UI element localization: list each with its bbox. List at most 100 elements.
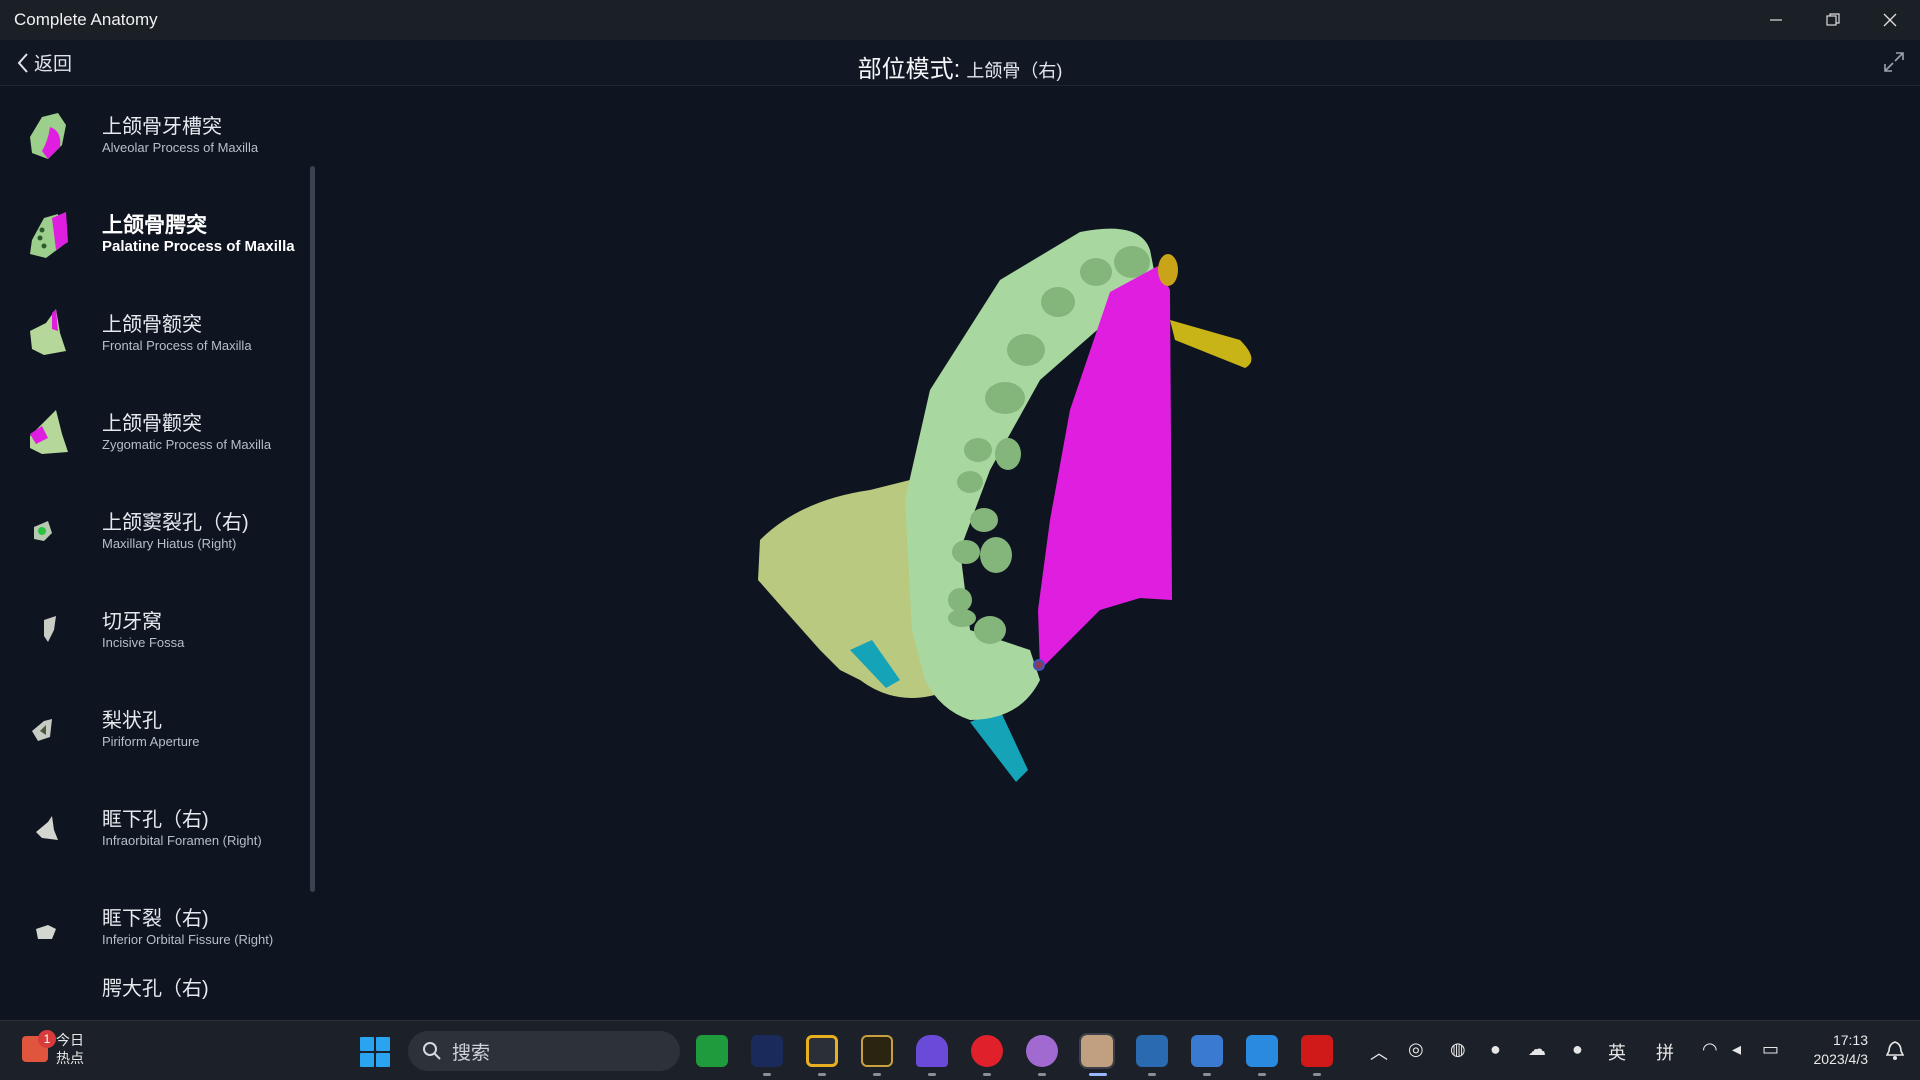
incisive-fossa-thumbnail: [44, 615, 56, 642]
item-title-en: Palatine Process of Maxilla: [102, 237, 295, 255]
item-title-zh: 上颌骨颧突: [102, 412, 202, 435]
item-title-zh: 上颌骨腭突: [102, 213, 207, 237]
g-app-icon[interactable]: [806, 1035, 838, 1067]
photos-app-icon[interactable]: [1246, 1035, 1278, 1067]
wifi-icon[interactable]: ◠: [1702, 1039, 1718, 1060]
close-icon: [1883, 13, 1897, 27]
start-button[interactable]: [360, 1037, 390, 1067]
taskbar: 1 今日 热点 搜索 ︿ ◎ ◍ ● ☁ ● 英 拼 ◠ ◂ ▭ 17:13 2…: [0, 1020, 1920, 1080]
inferior-orbital-fissure-thumbnail: [36, 924, 56, 939]
item-title-zh: 上颌骨额突: [102, 313, 202, 336]
spreadsheet-app-icon[interactable]: [696, 1035, 728, 1067]
alveolar-process-thumbnail: [30, 112, 66, 159]
item-title-zh: 眶下孔（右): [102, 808, 209, 831]
window-title: Complete Anatomy: [14, 10, 158, 29]
capture-icon[interactable]: ◎: [1408, 1039, 1424, 1060]
expand-icon: [1884, 52, 1904, 72]
acrobat-app-icon[interactable]: [1301, 1035, 1333, 1067]
volume-icon[interactable]: ◂: [1732, 1039, 1741, 1060]
search-label: 搜索: [452, 1042, 491, 1064]
league-app-icon[interactable]: [861, 1035, 893, 1067]
microphone-icon[interactable]: ●: [1572, 1039, 1583, 1060]
item-title-en: Infraorbital Foramen (Right): [102, 832, 262, 848]
yellow-foramen: [1158, 254, 1178, 286]
list-item-frontal-process[interactable]: 上颌骨额突 Frontal Process of Maxilla: [0, 284, 310, 383]
taskbar-search[interactable]: 搜索: [408, 1031, 680, 1071]
header-bar: 返回 部位模式: 上颌骨（右): [0, 40, 1920, 86]
monitor-app-icon[interactable]: [1191, 1035, 1223, 1067]
notifications-bell-icon[interactable]: [1885, 1040, 1905, 1065]
item-title-en: Frontal Process of Maxilla: [102, 337, 252, 353]
mode-label: 部位模式:: [857, 56, 961, 83]
windows-logo-tile-1: [360, 1037, 374, 1051]
battery-icon[interactable]: ▭: [1762, 1039, 1779, 1060]
list-item-piriform-aperture[interactable]: 梨状孔 Piriform Aperture: [0, 680, 310, 779]
list-item-palatine-process[interactable]: 上颌骨腭突 Palatine Process of Maxilla: [0, 185, 310, 284]
infraorbital-foramen-thumbnail: [36, 815, 58, 840]
list-item-greater-palatine-foramen[interactable]: 腭大孔（右): [0, 977, 310, 1020]
item-title-en: Incisive Fossa: [102, 634, 185, 650]
search-icon: [423, 1042, 441, 1060]
minimize-icon: [1770, 19, 1782, 21]
widget-line2: 热点: [56, 1050, 84, 1066]
zygomatic-process-thumbnail: [30, 409, 68, 454]
page-title: 部位模式: 上颌骨（右): [0, 49, 1920, 84]
title-bar: Complete Anatomy: [0, 0, 1920, 40]
news-widget[interactable]: 1 今日 热点: [22, 1030, 84, 1067]
item-title-zh: 上颌骨牙槽突: [102, 115, 222, 138]
windows-logo-tile-3: [360, 1053, 374, 1067]
clock-date: 2023/4/3: [1813, 1051, 1869, 1067]
palatine-process-thumbnail: [30, 211, 68, 258]
ime-language[interactable]: 英: [1608, 1039, 1626, 1065]
windows-logo-tile-4: [376, 1053, 390, 1067]
anatomy-3d-model-viewport[interactable]: [700, 210, 1300, 810]
item-title-zh: 切牙窝: [102, 610, 162, 633]
cat-icon[interactable]: ◍: [1450, 1039, 1466, 1060]
maxillary-hiatus-thumbnail: [34, 520, 52, 541]
widget-line1: 今日: [56, 1032, 84, 1048]
windows-logo-tile-2: [376, 1037, 390, 1051]
yellow-structure: [1170, 320, 1252, 368]
incisive-foramen-marker: [1033, 659, 1045, 671]
sidebar-scrollbar[interactable]: [310, 166, 315, 892]
cyan-structure-lower: [970, 710, 1028, 782]
chevron-up-icon[interactable]: ︿: [1370, 1039, 1388, 1065]
notification-badge: 1: [38, 1030, 56, 1048]
restore-icon: [1826, 13, 1840, 26]
netease-music-icon[interactable]: [971, 1035, 1003, 1067]
recycle-app-icon[interactable]: [1136, 1035, 1168, 1067]
item-title-en: Maxillary Hiatus (Right): [102, 535, 237, 551]
frontal-process-thumbnail: [30, 308, 66, 355]
ime-mode[interactable]: 拼: [1656, 1039, 1674, 1065]
piriform-aperture-thumbnail: [32, 718, 52, 741]
list-item-alveolar-process[interactable]: 上颌骨牙槽突 Alveolar Process of Maxilla: [0, 86, 310, 185]
cloud-icon[interactable]: ☁: [1528, 1039, 1546, 1060]
item-title-en: Inferior Orbital Fissure (Right): [102, 931, 274, 947]
item-title-zh: 腭大孔（右): [102, 978, 209, 1000]
minimize-button[interactable]: [1748, 0, 1804, 40]
list-item-zygomatic-process[interactable]: 上颌骨颧突 Zygomatic Process of Maxilla: [0, 383, 310, 482]
close-button[interactable]: [1862, 0, 1918, 40]
fullscreen-button[interactable]: [1882, 50, 1906, 79]
item-title-zh: 上颌窦裂孔（右): [102, 511, 249, 534]
assistant-app-icon[interactable]: [1026, 1035, 1058, 1067]
item-title-zh: 眶下裂（右): [102, 907, 209, 930]
news-icon: 1: [22, 1030, 56, 1062]
restore-button[interactable]: [1805, 0, 1861, 40]
crystal-app-icon[interactable]: [916, 1035, 948, 1067]
item-title-en: Alveolar Process of Maxilla: [102, 139, 259, 155]
complete-anatomy-icon[interactable]: [1079, 1033, 1115, 1069]
system-clock[interactable]: 17:13 2023/4/3: [1814, 1031, 1869, 1069]
game-app-icon[interactable]: [751, 1035, 783, 1067]
qq-icon[interactable]: ●: [1490, 1039, 1501, 1060]
item-title-zh: 梨状孔: [102, 709, 162, 732]
structure-list: 上颌骨牙槽突 Alveolar Process of Maxilla 上颌骨腭突…: [0, 86, 320, 1020]
list-item-maxillary-hiatus[interactable]: 上颌窦裂孔（右) Maxillary Hiatus (Right): [0, 482, 310, 581]
clock-time: 17:13: [1832, 1032, 1868, 1048]
mode-value: 上颌骨（右): [966, 61, 1063, 81]
item-title-en: Piriform Aperture: [102, 733, 200, 749]
list-item-infraorbital-foramen[interactable]: 眶下孔（右) Infraorbital Foramen (Right): [0, 779, 310, 878]
list-item-incisive-fossa[interactable]: 切牙窝 Incisive Fossa: [0, 581, 310, 680]
item-title-en: Zygomatic Process of Maxilla: [102, 436, 272, 452]
list-item-inferior-orbital-fissure[interactable]: 眶下裂（右) Inferior Orbital Fissure (Right): [0, 878, 310, 977]
